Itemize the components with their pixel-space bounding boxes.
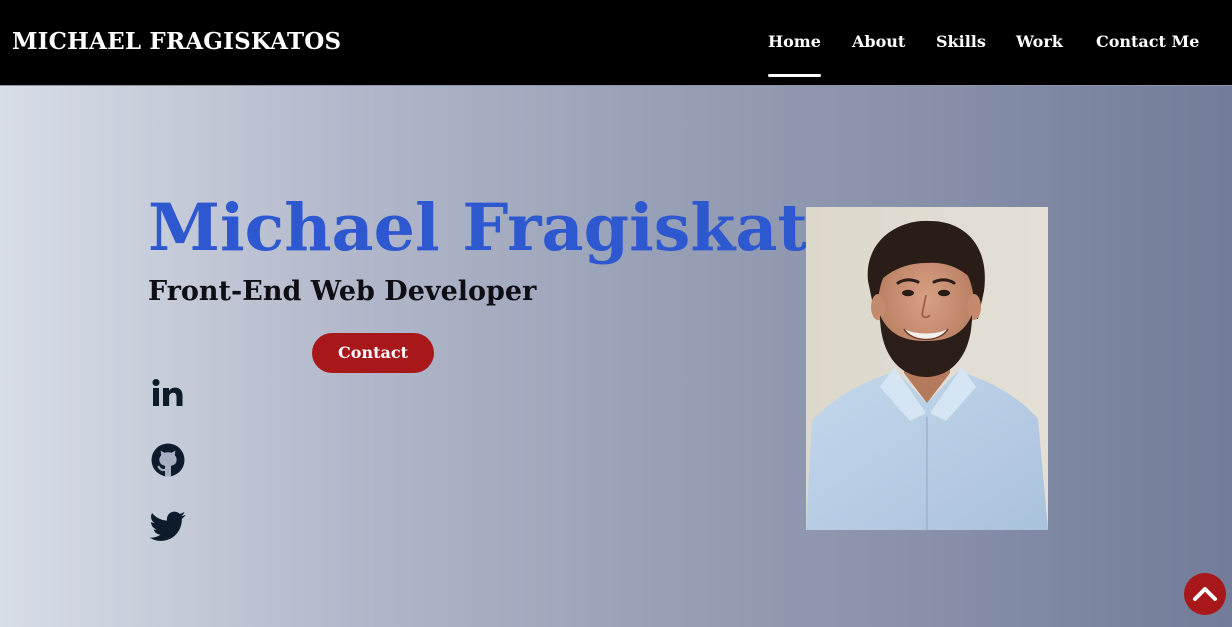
nav-link-work[interactable]: Work xyxy=(1016,32,1063,51)
contact-button[interactable]: Contact xyxy=(312,333,434,373)
twitter-icon xyxy=(149,511,186,541)
github-link[interactable] xyxy=(150,442,186,478)
twitter-link[interactable] xyxy=(149,508,186,544)
nav-link-about[interactable]: About xyxy=(852,32,905,51)
nav-link-home[interactable]: Home xyxy=(768,32,821,77)
scroll-to-top-button[interactable] xyxy=(1184,573,1226,615)
hero-job-title: Front-End Web Developer xyxy=(148,276,537,307)
nav-link-skills[interactable]: Skills xyxy=(936,32,986,51)
profile-photo xyxy=(806,207,1048,530)
brand-logo[interactable]: MICHAEL FRAGISKATOS xyxy=(12,28,341,55)
chevron-up-icon xyxy=(1193,587,1217,601)
top-navbar: MICHAEL FRAGISKATOS Home About Skills Wo… xyxy=(0,0,1232,85)
linkedin-icon xyxy=(152,379,183,406)
hero-section: Michael Fragiskatos Front-End Web Develo… xyxy=(0,85,1232,627)
github-icon xyxy=(151,443,185,477)
hero-name: Michael Fragiskatos xyxy=(148,190,888,266)
nav-link-contact-me[interactable]: Contact Me xyxy=(1096,32,1199,51)
linkedin-link[interactable] xyxy=(150,376,186,412)
